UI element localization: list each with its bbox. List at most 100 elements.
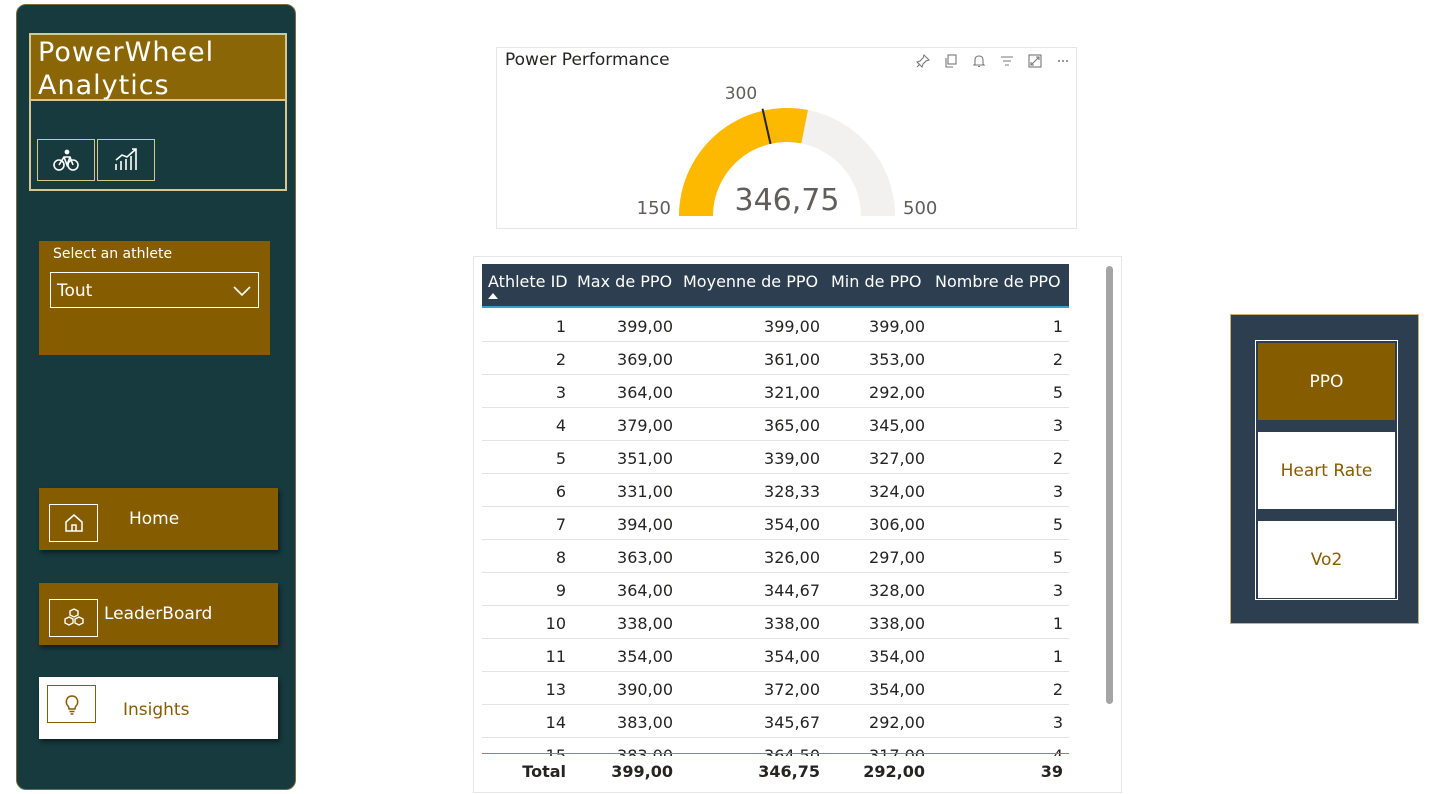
- column-header-min-ppo[interactable]: Min de PPO: [831, 272, 921, 291]
- table-cell: 399,00: [869, 317, 925, 336]
- more-options-button[interactable]: [1054, 52, 1072, 70]
- sidebar: PowerWheel Analytics Select an athlete T…: [16, 4, 296, 790]
- insights-label: Insights: [123, 700, 190, 720]
- table-header: Athlete ID Max de PPO Moyenne de PPO Min…: [482, 264, 1069, 308]
- table-cell: 13: [545, 680, 566, 699]
- gauge-max-label: 500: [903, 198, 937, 219]
- power-performance-gauge: 300 150 500 346,75 Power Performance: [496, 47, 1077, 229]
- alert-button[interactable]: [970, 52, 988, 70]
- table-row[interactable]: 13 390,00 372,00 354,00 2: [482, 672, 1069, 705]
- table-cell: 1: [555, 317, 566, 336]
- table-cell: 364,00: [617, 581, 673, 600]
- table-cell: 10: [545, 614, 566, 633]
- home-button[interactable]: Home: [39, 488, 278, 550]
- table-scrollbar[interactable]: [1106, 266, 1113, 704]
- table-cell: 292,00: [869, 383, 925, 402]
- table-cell: 2: [1052, 680, 1063, 699]
- table-row[interactable]: 2 369,00 361,00 353,00 2: [482, 342, 1069, 375]
- table-row[interactable]: 14 383,00 345,67 292,00 3: [482, 705, 1069, 738]
- table-cell: 4: [1052, 746, 1063, 756]
- table-cell: 6: [555, 482, 566, 501]
- expand-icon: [1028, 54, 1042, 68]
- table-cell: 2: [555, 350, 566, 369]
- app-title-line1: PowerWheel: [38, 37, 215, 68]
- leaderboard-button[interactable]: LeaderBoard: [39, 583, 278, 645]
- table-cell: 328,33: [764, 482, 820, 501]
- bike-page-button[interactable]: [37, 139, 95, 181]
- column-header-count-ppo[interactable]: Nombre de PPO: [935, 272, 1061, 291]
- table-row[interactable]: 3 364,00 321,00 292,00 5: [482, 375, 1069, 408]
- leaderboard-icon-box: [49, 599, 98, 637]
- table-cell: 306,00: [869, 515, 925, 534]
- more-icon: [1058, 60, 1068, 62]
- table-row[interactable]: 7 394,00 354,00 306,00 5: [482, 507, 1069, 540]
- table-cell: 1: [1052, 317, 1063, 336]
- athlete-dropdown[interactable]: Tout: [50, 272, 259, 308]
- analytics-icon: [115, 148, 137, 170]
- insights-icon-box: [47, 685, 96, 723]
- table-row[interactable]: 6 331,00 328,33 324,00 3: [482, 474, 1069, 507]
- table-cell: 364,50: [764, 746, 820, 756]
- table-cell: 338,00: [869, 614, 925, 633]
- expand-button[interactable]: [1026, 52, 1044, 70]
- total-count-ppo: 39: [1040, 762, 1063, 781]
- copy-button[interactable]: [942, 52, 960, 70]
- table-cell: 3: [1052, 416, 1063, 435]
- table-cell: 399,00: [764, 317, 820, 336]
- metric-heart-rate-button[interactable]: Heart Rate: [1258, 432, 1395, 509]
- gauge-min-label: 150: [637, 198, 671, 219]
- leaderboard-label: LeaderBoard: [104, 604, 213, 624]
- table-cell: 345,00: [869, 416, 925, 435]
- athlete-dropdown-value: Tout: [57, 281, 93, 301]
- metric-selector: PPO Heart Rate Vo2: [1230, 314, 1419, 624]
- table-row[interactable]: 11 354,00 354,00 354,00 1: [482, 639, 1069, 672]
- slicer-label: Select an athlete: [53, 246, 173, 262]
- column-header-max-ppo[interactable]: Max de PPO: [577, 272, 672, 291]
- filter-icon: [1001, 56, 1013, 66]
- table-cell: 338,00: [617, 614, 673, 633]
- table-cell: 354,00: [617, 647, 673, 666]
- table-cell: 353,00: [869, 350, 925, 369]
- table-cell: 354,00: [764, 515, 820, 534]
- bell-icon: [972, 55, 986, 68]
- table-row[interactable]: 5 351,00 339,00 327,00 2: [482, 441, 1069, 474]
- table-cell: 317,00: [869, 746, 925, 756]
- total-avg-ppo: 346,75: [758, 762, 820, 781]
- table-row[interactable]: 4 379,00 365,00 345,00 3: [482, 408, 1069, 441]
- table-cell: 361,00: [764, 350, 820, 369]
- home-icon: [64, 514, 83, 532]
- table-cell: 383,00: [617, 713, 673, 732]
- table-cell: 321,00: [764, 383, 820, 402]
- pin-button[interactable]: [914, 52, 932, 70]
- table-cell: 7: [555, 515, 566, 534]
- table-body[interactable]: 1 399,00 399,00 399,00 1 2 369,00 361,00 353,00 2…: [482, 309, 1069, 756]
- table-cell: 328,00: [869, 581, 925, 600]
- app-title-line2: Analytics: [38, 70, 170, 101]
- table-cell: 364,00: [617, 383, 673, 402]
- ppo-table: Athlete ID Max de PPO Moyenne de PPO Min…: [473, 256, 1122, 793]
- column-header-athlete-id[interactable]: Athlete ID: [488, 272, 568, 291]
- metric-ppo-button[interactable]: PPO: [1258, 343, 1395, 420]
- filter-button[interactable]: [998, 52, 1016, 70]
- home-label: Home: [129, 509, 180, 529]
- table-cell: 1: [1052, 614, 1063, 633]
- column-header-avg-ppo[interactable]: Moyenne de PPO: [683, 272, 818, 291]
- metric-vo2-button[interactable]: Vo2: [1258, 521, 1395, 598]
- table-cell: 338,00: [764, 614, 820, 633]
- table-cell: 345,67: [764, 713, 820, 732]
- gauge-target-label: 300: [725, 84, 757, 104]
- analytics-page-button[interactable]: [97, 139, 155, 181]
- table-cell: 339,00: [764, 449, 820, 468]
- insights-button[interactable]: Insights: [39, 677, 278, 739]
- total-max-ppo: 399,00: [611, 762, 673, 781]
- table-cell: 5: [1052, 548, 1063, 567]
- table-row[interactable]: 1 399,00 399,00 399,00 1: [482, 309, 1069, 342]
- brand-box: PowerWheel Analytics: [29, 33, 287, 191]
- table-row[interactable]: 10 338,00 338,00 338,00 1: [482, 606, 1069, 639]
- lightbulb-icon: [65, 695, 78, 715]
- table-row[interactable]: 8 363,00 326,00 297,00 5: [482, 540, 1069, 573]
- gauge-value-label: 346,75: [735, 183, 840, 218]
- table-total-row: Total 399,00 346,75 292,00 39: [482, 756, 1069, 788]
- table-row[interactable]: 9 364,00 344,67 328,00 3: [482, 573, 1069, 606]
- table-cell: 354,00: [869, 647, 925, 666]
